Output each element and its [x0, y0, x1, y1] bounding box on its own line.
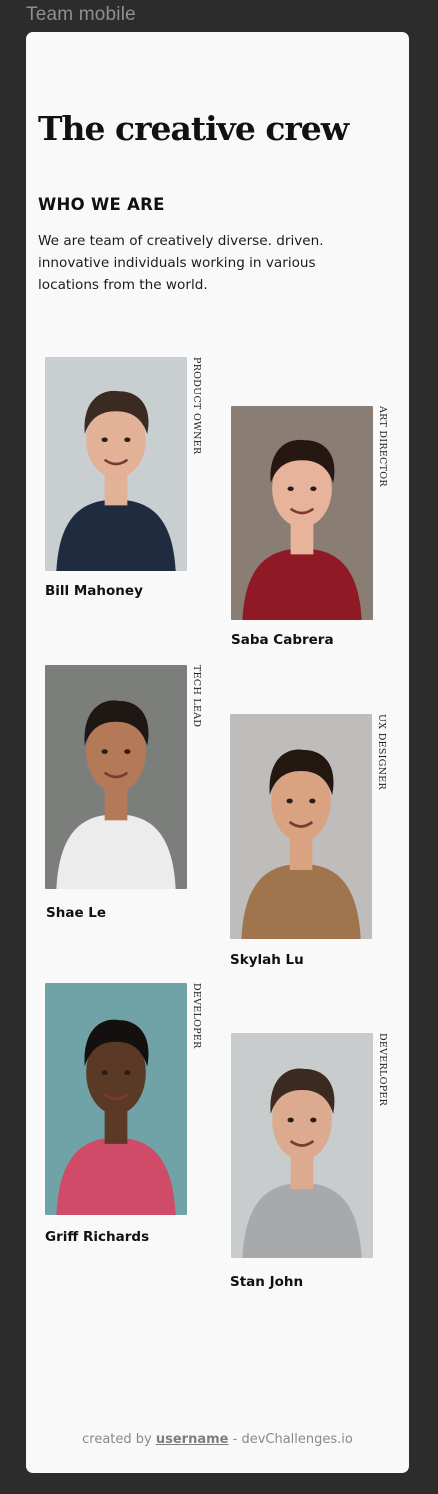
member-name: Stan John — [230, 1274, 304, 1290]
author-username-link[interactable]: username — [156, 1432, 229, 1447]
member-photo — [45, 665, 187, 889]
member-role: UX DESIGNER — [376, 714, 387, 790]
page-title: The creative crew — [38, 109, 349, 148]
member-name: Griff Richards — [45, 1229, 150, 1245]
member-role: ART DIRECTOR — [377, 406, 388, 487]
intro-paragraph: We are team of creatively diverse. drive… — [38, 233, 324, 293]
portrait-illustration — [231, 406, 373, 620]
section-heading: WHO WE ARE — [38, 195, 165, 214]
member-role: PRODUCT OWNER — [191, 357, 202, 455]
portrait-illustration — [45, 983, 187, 1215]
member-name: Bill Mahoney — [45, 583, 143, 599]
portrait-illustration — [45, 665, 187, 889]
portrait-illustration — [45, 357, 187, 571]
member-name: Saba Cabrera — [231, 632, 334, 648]
member-name: Skylah Lu — [230, 952, 304, 968]
team-page-card: The creative crew WHO WE ARE We are team… — [26, 32, 409, 1473]
portrait-illustration — [230, 714, 372, 939]
member-photo — [231, 406, 373, 620]
member-photo — [45, 983, 187, 1215]
footer-credit: created by username - devChallenges.io — [26, 1432, 409, 1447]
member-photo — [230, 714, 372, 939]
portrait-illustration — [231, 1033, 373, 1258]
member-role: TECH LEAD — [191, 665, 202, 728]
member-role: DEVERLOPER — [377, 1033, 388, 1107]
footer-suffix: - devChallenges.io — [228, 1432, 353, 1447]
footer-prefix: created by — [82, 1432, 156, 1447]
member-role: DEVELOPER — [191, 983, 202, 1049]
member-name: Shae Le — [46, 905, 107, 921]
member-photo — [231, 1033, 373, 1258]
member-photo — [45, 357, 187, 571]
frame-label: Team mobile — [26, 4, 136, 25]
